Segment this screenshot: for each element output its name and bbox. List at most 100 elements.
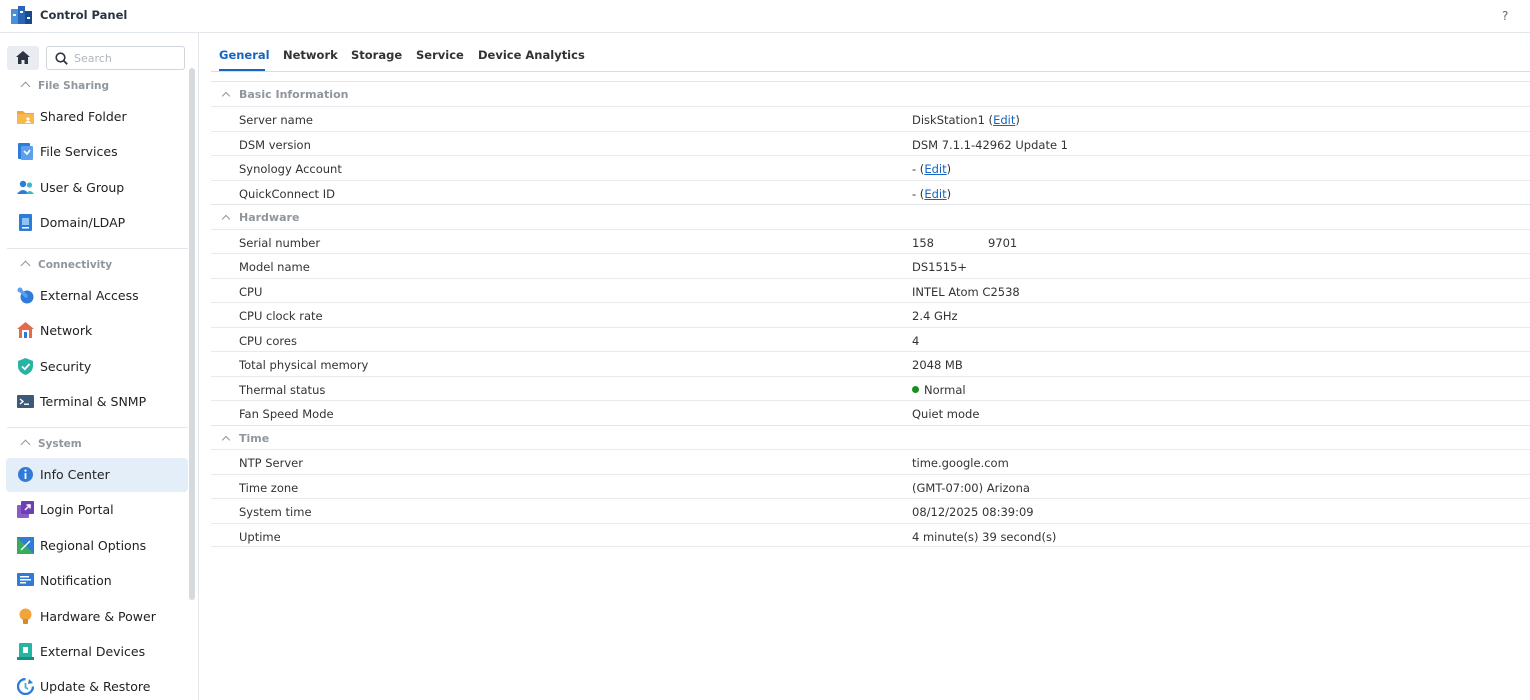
- sidebar-item-label: Info Center: [40, 467, 110, 482]
- home-icon: [16, 51, 30, 64]
- cpu-value: INTEL Atom C2538: [912, 284, 1020, 299]
- ntp-server-value: time.google.com: [912, 456, 1009, 470]
- cpu-cores-value: 4: [912, 333, 920, 348]
- divider: [7, 248, 188, 249]
- sidebar-item-label: Terminal & SNMP: [40, 394, 147, 409]
- table-row: System time 08/12/2025 08:39:09: [211, 498, 1530, 523]
- table-row: Uptime 4 minute(s) 39 second(s): [211, 522, 1530, 547]
- sidebar-item-label: File Services: [40, 144, 118, 159]
- external-access-icon: [17, 287, 34, 304]
- table-row: DSM version DSM 7.1.1-42962 Update 1: [211, 130, 1530, 156]
- external-devices-icon: [17, 643, 34, 660]
- sidebar-item-hardware-power[interactable]: Hardware & Power: [6, 600, 188, 634]
- table-row: Server name DiskStation1 (Edit): [211, 106, 1530, 131]
- section-header-file-sharing[interactable]: File Sharing: [20, 80, 109, 98]
- chevron-up-icon: [20, 81, 31, 92]
- sidebar-item-network[interactable]: Network: [6, 314, 188, 348]
- dsm-version-value: DSM 7.1.1-42962 Update 1: [912, 137, 1069, 152]
- tab-network[interactable]: Network: [283, 48, 338, 62]
- active-tab-indicator: [219, 69, 265, 71]
- window-title: Control Panel: [40, 8, 128, 22]
- shield-icon: [18, 358, 33, 375]
- search-input[interactable]: [74, 50, 179, 66]
- info-icon: [18, 467, 33, 482]
- sidebar-item-info-center[interactable]: Info Center: [6, 458, 188, 492]
- title-bar: Control Panel ? ⋮: [0, 0, 1530, 33]
- sidebar-item-label: Hardware & Power: [40, 609, 156, 624]
- table-row: CPU INTEL Atom C2538: [211, 277, 1530, 303]
- sidebar-item-label: Network: [40, 323, 93, 338]
- edit-synology-account-link[interactable]: Edit: [924, 162, 946, 176]
- server-name-value: DiskStation1: [912, 113, 985, 127]
- table-row: CPU clock rate 2.4 GHz: [211, 302, 1530, 327]
- edit-server-name-link[interactable]: Edit: [993, 113, 1015, 127]
- group-header-hardware[interactable]: Hardware: [211, 204, 1530, 229]
- sidebar-scrollbar[interactable]: [189, 68, 195, 600]
- sidebar-item-label: Security: [40, 359, 92, 374]
- group-header-time[interactable]: Time: [211, 424, 1530, 450]
- sidebar-item-label: Notification: [40, 573, 112, 588]
- sidebar-item-update-restore[interactable]: Update & Restore: [6, 670, 188, 700]
- section-header-connectivity[interactable]: Connectivity: [20, 259, 112, 277]
- sidebar-item-external-access[interactable]: External Access: [6, 279, 188, 313]
- shared-folder-icon: [17, 111, 34, 124]
- serial-number-value: 158 9701: [912, 235, 1018, 250]
- lightbulb-icon: [19, 608, 32, 624]
- status-dot-icon: [912, 385, 919, 393]
- sidebar-item-label: Regional Options: [40, 538, 147, 553]
- sidebar-item-label: External Access: [40, 288, 139, 303]
- user-group-icon: [17, 180, 34, 194]
- chevron-up-icon: [221, 435, 231, 444]
- login-portal-icon: [17, 501, 34, 518]
- more-options-icon[interactable]: ⋮: [1526, 9, 1530, 23]
- terminal-icon: [17, 395, 34, 408]
- regional-options-icon: [17, 537, 34, 554]
- file-services-icon: [18, 143, 33, 160]
- table-row: Model name DS1515+: [211, 253, 1530, 278]
- sidebar-item-domain-ldap[interactable]: Domain/LDAP: [6, 206, 188, 240]
- sidebar-item-label: Domain/LDAP: [40, 215, 126, 230]
- chevron-up-icon: [221, 214, 231, 224]
- home-button[interactable]: [7, 46, 39, 70]
- sidebar-item-label: Login Portal: [40, 502, 114, 517]
- tab-device-analytics[interactable]: Device Analytics: [478, 48, 585, 62]
- sidebar-item-label: User & Group: [40, 180, 125, 195]
- tab-bar: General Network Storage Service Device A…: [211, 34, 1530, 72]
- sidebar: File Sharing Shared Folder File Services…: [0, 33, 199, 700]
- sidebar-item-terminal-snmp[interactable]: Terminal & SNMP: [6, 385, 188, 419]
- search-icon: [55, 52, 68, 65]
- update-restore-icon: [17, 678, 34, 695]
- chevron-up-icon: [20, 260, 31, 271]
- section-header-system[interactable]: System: [20, 438, 82, 456]
- sidebar-item-label: Update & Restore: [40, 679, 151, 694]
- sidebar-item-notification[interactable]: Notification: [6, 564, 188, 598]
- help-icon[interactable]: ?: [1502, 9, 1508, 23]
- chevron-up-icon: [20, 439, 31, 450]
- sidebar-item-login-portal[interactable]: Login Portal: [6, 493, 188, 527]
- fan-mode-value: Quiet mode: [912, 407, 980, 421]
- system-time-value: 08/12/2025 08:39:09: [912, 505, 1034, 519]
- sidebar-item-shared-folder[interactable]: Shared Folder: [6, 100, 188, 134]
- uptime-value: 4 minute(s) 39 second(s): [912, 529, 1057, 544]
- search-box[interactable]: [46, 46, 185, 70]
- domain-ldap-icon: [19, 214, 32, 231]
- tab-service[interactable]: Service: [416, 48, 464, 62]
- table-row: QuickConnect ID - (Edit): [211, 179, 1530, 205]
- group-header-basic-information[interactable]: Basic Information: [211, 81, 1530, 106]
- table-row: CPU cores 4: [211, 326, 1530, 352]
- sidebar-item-user-group[interactable]: User & Group: [6, 171, 188, 205]
- notification-icon: [17, 573, 34, 586]
- sidebar-item-file-services[interactable]: File Services: [6, 135, 188, 169]
- sidebar-item-regional-options[interactable]: Regional Options: [6, 529, 188, 563]
- chevron-up-icon: [221, 91, 231, 101]
- tab-general[interactable]: General: [219, 48, 270, 62]
- table-row: Time zone (GMT-07:00) Arizona: [211, 473, 1530, 499]
- edit-quickconnect-link[interactable]: Edit: [924, 187, 946, 201]
- cpu-clock-value: 2.4 GHz: [912, 309, 958, 323]
- tab-storage[interactable]: Storage: [351, 48, 402, 62]
- divider: [7, 427, 188, 428]
- sidebar-item-security[interactable]: Security: [6, 350, 188, 384]
- table-row: NTP Server time.google.com: [211, 449, 1530, 474]
- sidebar-item-label: Shared Folder: [40, 109, 127, 124]
- sidebar-item-external-devices[interactable]: External Devices: [6, 635, 188, 669]
